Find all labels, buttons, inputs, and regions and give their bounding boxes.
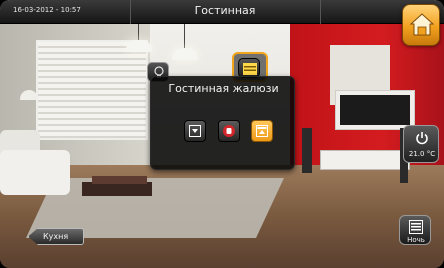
home-button[interactable]: [402, 4, 440, 46]
pendant-lamp: [126, 40, 152, 52]
room-screen: 16-03-2012 - 10:57 Гостинная Гостинная ж…: [0, 0, 444, 268]
room-sofa: [0, 150, 70, 195]
pendant-lamp: [172, 48, 198, 60]
blinds-down-button[interactable]: [184, 120, 206, 142]
room-coffee-table-top: [92, 176, 147, 184]
blinds-up-icon: [256, 125, 268, 137]
blinds-stop-button[interactable]: [218, 120, 240, 142]
room-coffee-table: [82, 182, 152, 196]
room-tv-screen: [340, 95, 410, 125]
blinds-hotspot-button[interactable]: [238, 58, 260, 78]
header-datetime: 16-03-2012 - 10:57: [13, 6, 81, 14]
back-button-label: Кухня: [43, 232, 69, 241]
blinds-down-icon: [189, 125, 201, 137]
night-blinds-icon: [409, 220, 423, 234]
blinds-up-button[interactable]: [251, 120, 273, 142]
thermostat-power-button[interactable]: 21.0 °C: [403, 125, 439, 163]
room-speaker-left: [302, 128, 312, 173]
pendant-cord: [184, 20, 185, 50]
popup-title: Гостинная жалюзи: [168, 82, 279, 95]
back-to-kitchen-button[interactable]: Кухня: [28, 228, 84, 245]
night-mode-label: Ночь: [407, 236, 425, 244]
stop-hand-icon: [222, 124, 236, 138]
temperature-readout: 21.0 °C: [408, 150, 436, 158]
header-divider: [320, 0, 321, 24]
header-bar: 16-03-2012 - 10:57 Гостинная: [0, 0, 444, 24]
blinds-icon: [243, 63, 257, 75]
page-title: Гостинная: [194, 4, 256, 17]
room-window-blinds: [36, 40, 148, 140]
room-tv-stand: [320, 150, 410, 170]
home-icon: [409, 12, 435, 38]
night-mode-button[interactable]: Ночь: [399, 215, 431, 245]
power-icon: [415, 131, 429, 145]
blinds-control-popup: Гостинная жалюзи: [150, 76, 295, 170]
